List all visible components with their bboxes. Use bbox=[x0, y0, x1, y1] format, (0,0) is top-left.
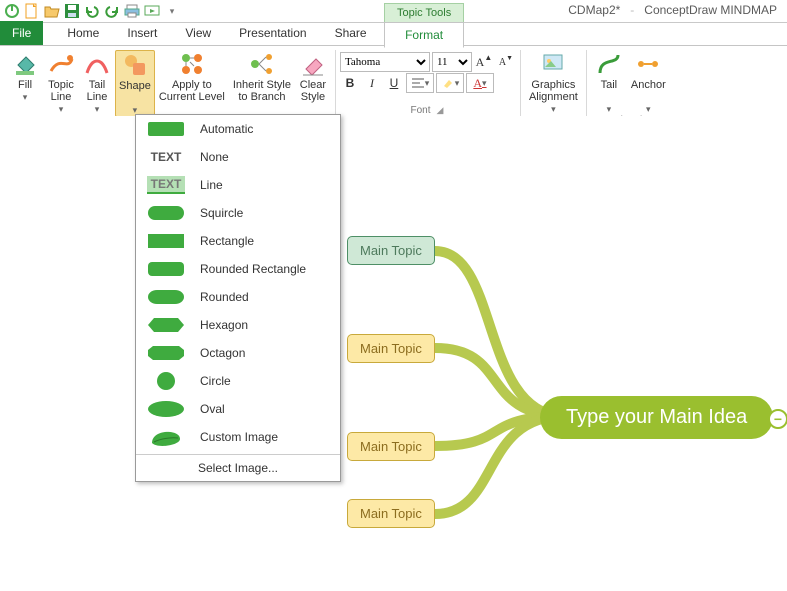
tab-format[interactable]: Format bbox=[384, 22, 464, 48]
topic-node[interactable]: Main Topic bbox=[347, 236, 435, 265]
tab-view[interactable]: View bbox=[171, 21, 225, 45]
ribbon-group-subtopics: Tail▾ Anchor▾ Subtopics bbox=[587, 50, 674, 118]
shape-select-image[interactable]: Select Image... bbox=[136, 455, 340, 481]
group-label-font: Font bbox=[410, 105, 430, 116]
collapse-toggle[interactable]: − bbox=[768, 409, 787, 429]
clear-style-button[interactable]: Clear Style bbox=[295, 50, 331, 103]
shape-item-rounded[interactable]: Rounded bbox=[136, 283, 340, 311]
apply-current-level-button[interactable]: Apply to Current Level bbox=[155, 50, 229, 103]
anchor-button[interactable]: Anchor▾ bbox=[627, 50, 670, 115]
shape-item-octagon[interactable]: Octagon bbox=[136, 339, 340, 367]
tab-share[interactable]: Share bbox=[321, 21, 381, 45]
qat-dropdown-icon[interactable]: ▾ bbox=[163, 2, 181, 20]
shape-item-circle[interactable]: Circle bbox=[136, 367, 340, 395]
ribbon-tabstrip: File Home Insert View Presentation Share… bbox=[0, 23, 787, 46]
swatch-rounded-rect-icon bbox=[146, 259, 186, 279]
qat-new-icon[interactable] bbox=[23, 2, 41, 20]
swatch-hexagon-icon bbox=[146, 315, 186, 335]
shape-item-rounded-rectangle[interactable]: Rounded Rectangle bbox=[136, 255, 340, 283]
tab-insert[interactable]: Insert bbox=[113, 21, 171, 45]
qat-presentation-icon[interactable] bbox=[143, 2, 161, 20]
tail-icon bbox=[595, 50, 623, 78]
swatch-rectangle-icon bbox=[146, 231, 186, 251]
swatch-rounded-icon bbox=[146, 287, 186, 307]
decrease-font-icon[interactable]: A▼ bbox=[496, 52, 516, 72]
qat-save-icon[interactable] bbox=[63, 2, 81, 20]
mindmap-canvas[interactable]: Main Topic Main Topic Main Topic Main To… bbox=[0, 116, 787, 591]
qat-open-icon[interactable] bbox=[43, 2, 61, 20]
shape-item-squircle[interactable]: Squircle bbox=[136, 199, 340, 227]
shape-item-line[interactable]: TEXT Line bbox=[136, 171, 340, 199]
tail-line-button[interactable]: Tail Line▾ bbox=[79, 50, 115, 115]
bold-button[interactable]: B bbox=[340, 73, 360, 93]
align-button[interactable]: ▾ bbox=[406, 73, 434, 93]
paint-bucket-icon bbox=[11, 50, 39, 78]
swatch-oval-icon bbox=[146, 399, 186, 419]
shape-item-oval[interactable]: Oval bbox=[136, 395, 340, 423]
tab-file[interactable]: File bbox=[0, 21, 43, 45]
apply-level-icon bbox=[178, 50, 206, 78]
ribbon-group-layout: Graphics Alignment▾ Layout◢ bbox=[521, 50, 587, 118]
shape-item-hexagon[interactable]: Hexagon bbox=[136, 311, 340, 339]
ribbon: Fill▾ Topic Line▾ Tail Line▾ Shape▾ Appl… bbox=[0, 46, 787, 120]
inherit-style-button[interactable]: Inherit Style to Branch bbox=[229, 50, 295, 103]
qat-app-icon[interactable] bbox=[3, 2, 21, 20]
italic-button[interactable]: I bbox=[362, 73, 382, 93]
tail-button[interactable]: Tail▾ bbox=[591, 50, 627, 115]
font-color-button[interactable]: A▾ bbox=[466, 73, 494, 93]
graphics-alignment-icon bbox=[539, 50, 567, 78]
title-bar: CDMap2* - ConceptDraw MINDMAP bbox=[568, 0, 777, 20]
topic-line-icon bbox=[47, 50, 75, 78]
qat-undo-icon[interactable] bbox=[83, 2, 101, 20]
swatch-circle-icon bbox=[146, 371, 186, 391]
swatch-leaf-icon bbox=[146, 427, 186, 447]
topic-node[interactable]: Main Topic bbox=[347, 334, 435, 363]
doc-title: CDMap2* bbox=[568, 0, 620, 20]
shape-item-custom-image[interactable]: Custom Image bbox=[136, 423, 340, 451]
increase-font-icon[interactable]: A▲ bbox=[474, 52, 494, 72]
eraser-icon bbox=[299, 50, 327, 78]
main-idea-node[interactable]: Type your Main Idea bbox=[540, 396, 773, 439]
qat-redo-icon[interactable] bbox=[103, 2, 121, 20]
fill-button[interactable]: Fill▾ bbox=[7, 50, 43, 103]
shape-item-rectangle[interactable]: Rectangle bbox=[136, 227, 340, 255]
tail-line-icon bbox=[83, 50, 111, 78]
contextual-tab-group: Topic Tools Format bbox=[384, 3, 464, 47]
contextual-tab-title: Topic Tools bbox=[384, 3, 464, 22]
swatch-rect-icon bbox=[146, 119, 186, 139]
shape-button[interactable]: Shape▾ bbox=[115, 50, 155, 117]
graphics-alignment-button[interactable]: Graphics Alignment▾ bbox=[525, 50, 582, 115]
shape-item-automatic[interactable]: Automatic bbox=[136, 115, 340, 143]
topic-node[interactable]: Main Topic bbox=[347, 499, 435, 528]
app-title: ConceptDraw MINDMAP bbox=[644, 0, 777, 20]
highlight-button[interactable]: ▾ bbox=[436, 73, 464, 93]
topic-line-button[interactable]: Topic Line▾ bbox=[43, 50, 79, 115]
swatch-line-icon: TEXT bbox=[146, 175, 186, 195]
qat-print-icon[interactable] bbox=[123, 2, 141, 20]
tab-home[interactable]: Home bbox=[53, 21, 113, 45]
font-launcher-icon[interactable]: ◢ bbox=[435, 105, 446, 116]
shape-dropdown-menu: Automatic TEXT None TEXT Line Squircle R… bbox=[135, 114, 341, 482]
swatch-squircle-icon bbox=[146, 203, 186, 223]
swatch-octagon-icon bbox=[146, 343, 186, 363]
shape-item-none[interactable]: TEXT None bbox=[136, 143, 340, 171]
font-size-select[interactable]: 11 bbox=[432, 52, 472, 72]
ribbon-group-style: Fill▾ Topic Line▾ Tail Line▾ Shape▾ Appl… bbox=[3, 50, 336, 118]
tab-presentation[interactable]: Presentation bbox=[225, 21, 320, 45]
underline-button[interactable]: U bbox=[384, 73, 404, 93]
topic-node[interactable]: Main Topic bbox=[347, 432, 435, 461]
ribbon-group-font: Tahoma 11 A▲ A▼ B I U ▾ ▾ A▾ Font ◢ bbox=[336, 50, 521, 118]
swatch-text-icon: TEXT bbox=[146, 147, 186, 167]
anchor-icon bbox=[634, 50, 662, 78]
shapes-icon bbox=[121, 51, 149, 79]
inherit-branch-icon bbox=[248, 50, 276, 78]
font-name-select[interactable]: Tahoma bbox=[340, 52, 430, 72]
